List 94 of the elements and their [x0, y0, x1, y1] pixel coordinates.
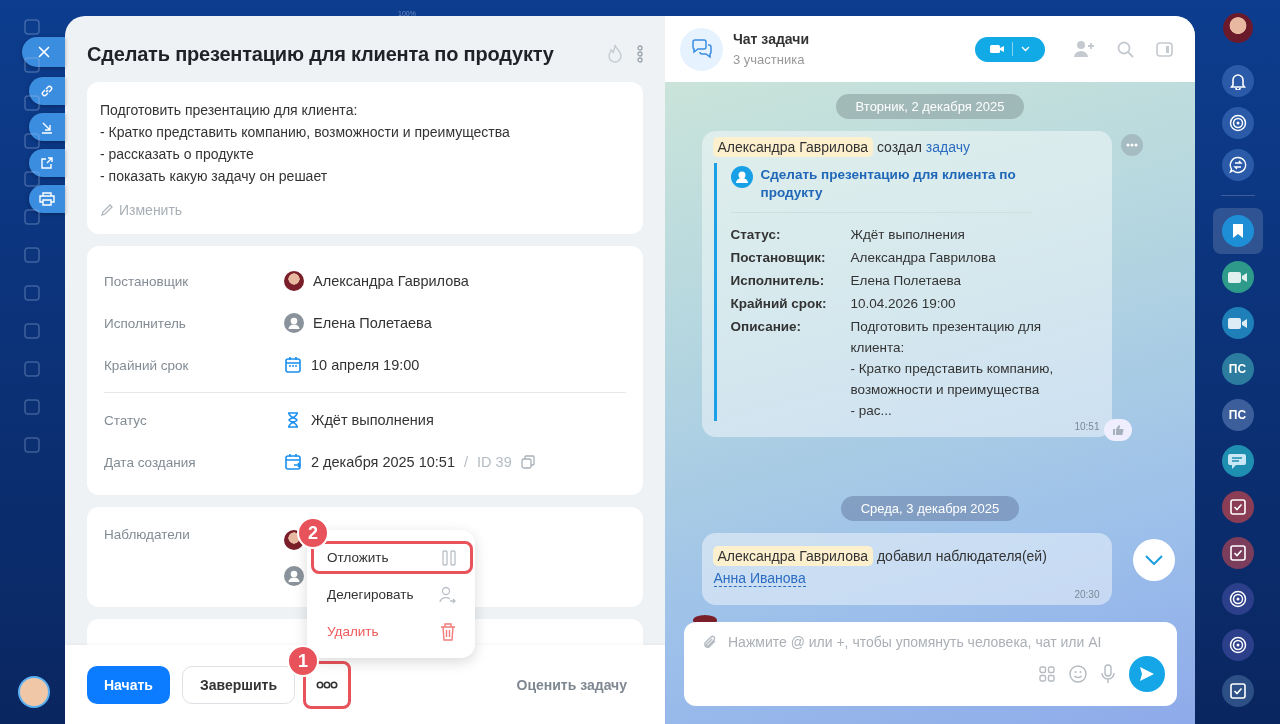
field-value: Александра Гаврилова: [313, 273, 469, 289]
field-label: Постановщик: [104, 273, 190, 289]
chat-title: Чат задачи: [733, 31, 810, 47]
field-value: Ждёт выполнения: [850, 226, 966, 244]
chat-bubble-icon[interactable]: [1221, 445, 1254, 477]
more-icon[interactable]: [637, 45, 643, 63]
external-link-icon: [40, 156, 54, 170]
field-label: Постановщик:: [730, 249, 827, 267]
finish-button[interactable]: Завершить: [181, 665, 295, 704]
chat-avatar[interactable]: ПС: [1221, 399, 1254, 431]
field-label: Дата создания: [104, 454, 197, 470]
field-label: Крайний срок: [104, 357, 190, 373]
user-icon: [284, 313, 304, 333]
chat-avatar[interactable]: ПС: [1221, 353, 1254, 385]
description-line: Подготовить презентацию для клиента:: [100, 101, 359, 120]
author-name[interactable]: Александра Гаврилова: [712, 137, 874, 157]
copy-link-button[interactable]: [29, 77, 65, 105]
trash-icon: [440, 622, 456, 641]
menu-item[interactable]: Делегировать: [311, 578, 473, 611]
caret-icon: [1021, 46, 1030, 52]
task-link[interactable]: задачу: [925, 139, 970, 155]
message-time: 20:30: [1073, 589, 1100, 600]
user-icon: [730, 166, 753, 188]
camera-icon[interactable]: [1221, 307, 1254, 339]
link-icon: [40, 84, 54, 98]
description-line: - Кратко представить компанию, возможности и преимущества: [100, 123, 511, 142]
description-line: - показать какую задачу он решает: [100, 167, 329, 186]
chat-arrows-icon[interactable]: [1221, 149, 1254, 181]
menu-item[interactable]: Удалить: [311, 615, 473, 648]
field-value: 10 апреля 19:00: [311, 357, 420, 373]
message-input[interactable]: Нажмите @ или +, чтобы упомянуть человека, чат или AI: [728, 634, 1165, 650]
field-value: 10.04.2026 19:00: [850, 295, 957, 313]
pencil-icon: [100, 203, 114, 217]
printer-icon: [39, 192, 55, 206]
paperclip-icon[interactable]: [702, 634, 718, 650]
user-icon: [284, 566, 304, 586]
print-button[interactable]: [29, 185, 65, 213]
field-value: Александра Гаврилова: [850, 249, 997, 267]
field-label: Исполнитель:: [730, 272, 826, 290]
rate-task-link[interactable]: Оценить задачу: [510, 675, 633, 694]
bell-icon[interactable]: [1221, 65, 1254, 97]
participants-count[interactable]: 3 участника: [733, 52, 965, 67]
camera-icon[interactable]: [1221, 261, 1254, 293]
field-label: Наблюдатели: [104, 527, 191, 544]
initials-text: ПС: [1228, 362, 1247, 376]
bookmark-icon[interactable]: [1221, 215, 1254, 247]
separator-text: /: [464, 454, 469, 470]
menu-item[interactable]: Отложить: [311, 541, 473, 574]
message-time: 10:51: [1073, 421, 1100, 432]
scroll-down-button[interactable]: [1133, 539, 1175, 581]
send-button[interactable]: [1129, 656, 1165, 692]
task-title: Сделать презентацию для клиента по продукту: [87, 42, 555, 66]
task-icon[interactable]: [1221, 675, 1254, 707]
user-link[interactable]: Анна Иванова: [713, 570, 806, 587]
task-icon[interactable]: [1221, 491, 1254, 523]
task-icon[interactable]: [1221, 537, 1254, 569]
send-icon: [1139, 666, 1155, 682]
message-text: добавил наблюдателя(ей): [876, 548, 1047, 564]
message-text: создал: [876, 139, 922, 155]
date-divider: Вторник, 2 декабря 2025: [835, 94, 1025, 119]
field-value: Подготовить презентацию для клиента: - Кратко представить компанию, возможности и преимущества - рас...: [850, 318, 1055, 420]
chevron-down-icon: [1145, 555, 1163, 565]
field-label: Статус:: [730, 226, 782, 244]
field-value: Ждёт выполнения: [311, 412, 434, 428]
field-value: Елена Полетаева: [850, 272, 963, 290]
description-line: - рассказать о продукте: [100, 145, 255, 164]
field-label: Крайний срок:: [730, 295, 828, 313]
calendar-icon: [284, 356, 302, 374]
task-card-title[interactable]: Сделать презентацию для клиента по продукту: [760, 166, 1031, 202]
field-label: Статус: [104, 412, 148, 428]
initials-text: ПС: [1228, 408, 1247, 422]
user-avatar[interactable]: [18, 676, 50, 708]
close-button[interactable]: [22, 37, 65, 67]
arrow-icon: [40, 120, 54, 134]
author-name[interactable]: Александра Гаврилова: [712, 546, 874, 566]
close-icon: [37, 46, 50, 58]
thumbs-up-icon: [1111, 424, 1124, 436]
more-icon: [316, 680, 338, 689]
field-label: Исполнитель: [104, 315, 187, 331]
field-value: Елена Полетаева: [313, 315, 432, 331]
task-id: ID 39: [477, 454, 512, 470]
video-call-button[interactable]: [975, 36, 1045, 62]
user-avatar[interactable]: [1222, 13, 1253, 43]
date-divider: Среда, 3 декабря 2025: [840, 496, 1020, 521]
open-window-button[interactable]: [29, 149, 65, 177]
download-button[interactable]: [29, 113, 65, 141]
chat-icon: [680, 27, 723, 71]
start-button[interactable]: Начать: [87, 665, 170, 704]
pause-icon: [442, 549, 456, 566]
user-arrow-icon: [438, 585, 456, 604]
field-value: 2 декабря 2025 10:51: [311, 454, 455, 470]
camera-icon: [990, 44, 1004, 54]
field-label: Описание:: [730, 318, 803, 336]
calendar-icon: [284, 453, 302, 471]
